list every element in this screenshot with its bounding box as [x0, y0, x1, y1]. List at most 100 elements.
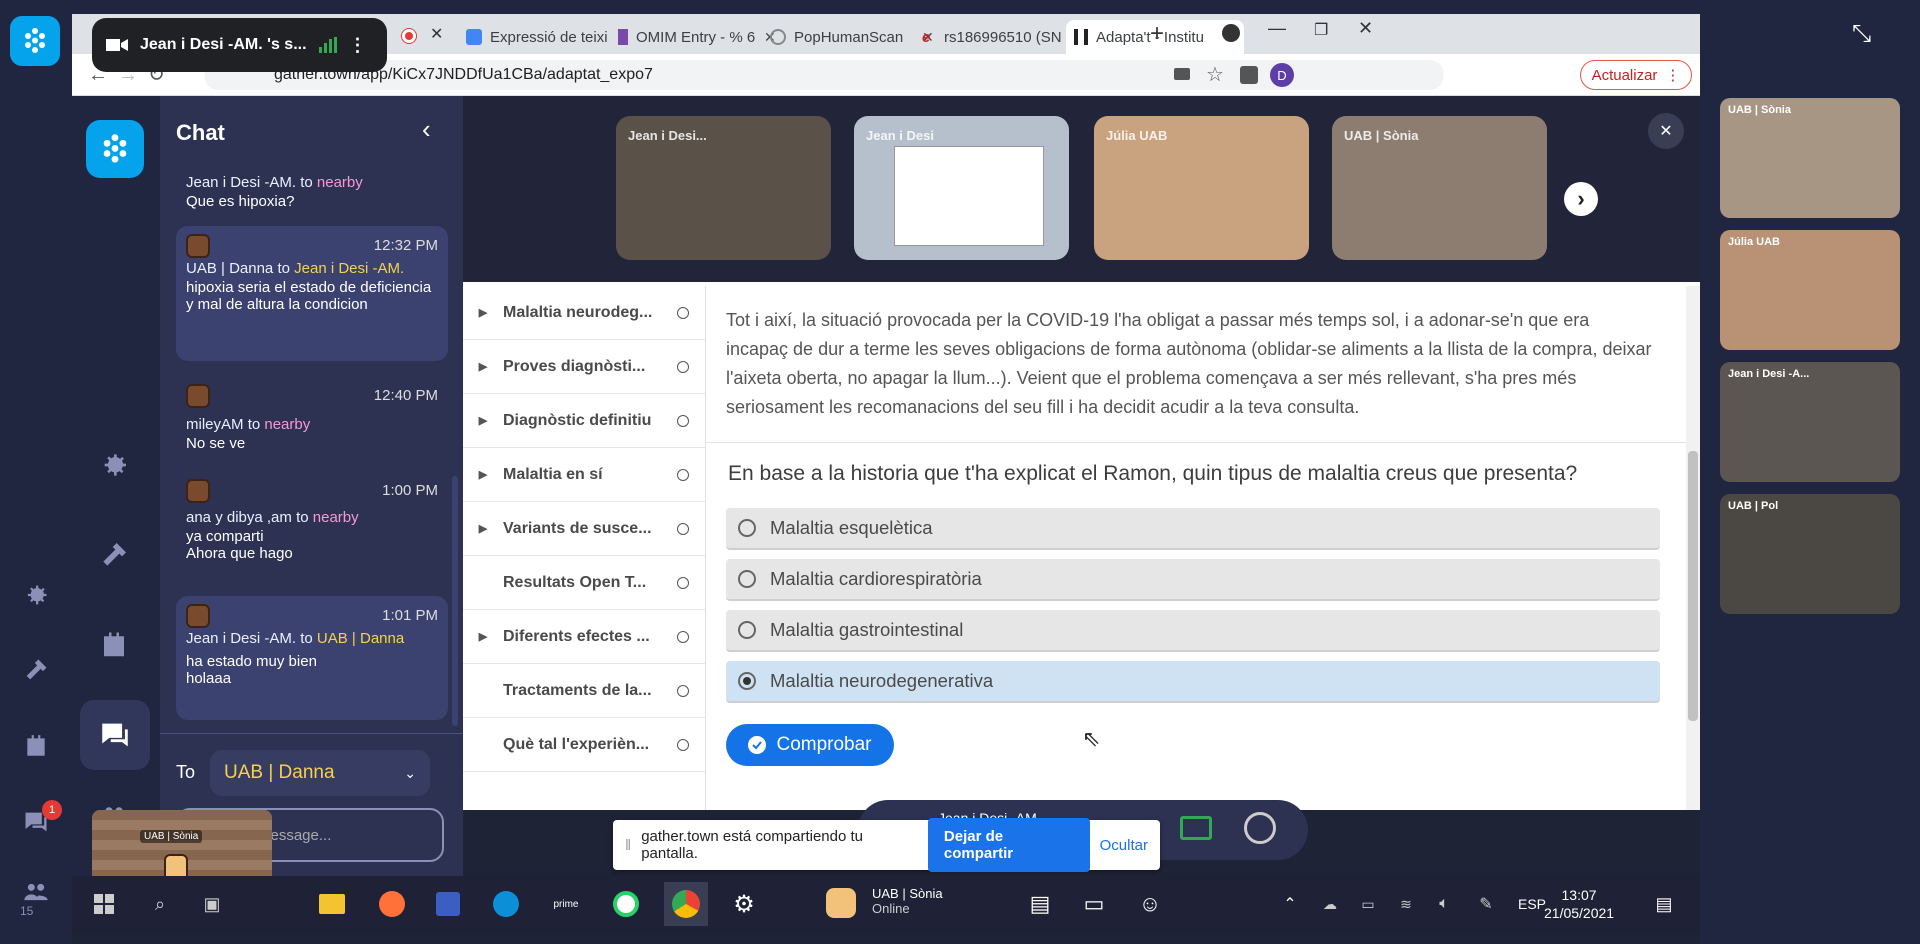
pen-icon[interactable]: ✎	[1470, 888, 1502, 920]
camera-icon[interactable]	[1174, 68, 1190, 80]
status-circle-icon	[677, 738, 689, 751]
battery-icon[interactable]: ▭	[1352, 888, 1384, 920]
nav-item[interactable]: ▶ Malaltia en sí	[463, 448, 706, 502]
gather-app-logo[interactable]	[86, 120, 144, 178]
participant-video[interactable]: UAB | Pol	[1720, 494, 1900, 614]
maximize-button[interactable]: ❐	[1314, 20, 1328, 40]
notifications-icon[interactable]: ▤	[1648, 888, 1680, 920]
chat-scrollbar[interactable]	[452, 476, 458, 726]
drag-handle-icon[interactable]: ‖	[625, 837, 631, 854]
radio-button[interactable]	[738, 672, 756, 690]
nav-item[interactable]: ▶ Diagnòstic definitiu	[463, 394, 706, 448]
nav-item[interactable]: ▶ Proves diagnòsti...	[463, 340, 706, 394]
screen-share-icon[interactable]	[1180, 816, 1212, 840]
answer-option[interactable]: Malaltia cardiorespiratòria	[726, 559, 1660, 601]
task-view-icon[interactable]: ▣	[196, 888, 228, 920]
settings-gear-icon[interactable]: ⚙	[728, 888, 760, 920]
radio-button[interactable]	[738, 519, 756, 537]
emoji-icon[interactable]: ☺	[1134, 888, 1166, 920]
volume-icon[interactable]: 🔈︎	[1428, 888, 1460, 920]
close-videos-button[interactable]: ✕	[1648, 113, 1684, 149]
story-paragraph: Tot i així, la situació provocada per la…	[726, 310, 1652, 417]
star-icon[interactable]: ☆	[1206, 62, 1224, 87]
map-icon[interactable]: ▤	[1024, 888, 1056, 920]
cloud-icon[interactable]: ☁	[1314, 888, 1346, 920]
file-explorer-icon[interactable]	[316, 888, 348, 920]
tab-close-icon[interactable]: ✕	[430, 24, 443, 44]
nav-item[interactable]: ▶ Variants de susce...	[463, 502, 706, 556]
recipient-select[interactable]: UAB | Danna ⌄	[210, 750, 430, 796]
firefox-icon[interactable]	[376, 888, 408, 920]
new-tab-button[interactable]: +	[1150, 20, 1164, 48]
gather-logo[interactable]	[10, 16, 60, 66]
profile-avatar[interactable]: D	[1270, 63, 1294, 87]
participant-video[interactable]: UAB | Sònia	[1720, 98, 1900, 218]
check-button[interactable]: Comprobar	[726, 724, 894, 766]
chevron-up-icon[interactable]: ⌃	[1274, 888, 1306, 920]
close-window-button[interactable]: ✕	[1358, 18, 1373, 39]
chat-bubble-icon[interactable]	[85, 705, 145, 765]
video-tile[interactable]: UAB | Sònia	[1332, 116, 1547, 260]
calendar-icon[interactable]	[84, 615, 144, 675]
taskbar-user[interactable]: UAB | Sònia Online	[872, 886, 943, 916]
language-indicator[interactable]: ESP	[1518, 896, 1546, 912]
tab-omim[interactable]: OMIM Entry - % 6 ✕	[610, 20, 784, 54]
fullscreen-exit-icon[interactable]: ⤡	[1852, 20, 1871, 48]
chevron-down-icon: ⌄	[404, 764, 416, 781]
more-options-icon[interactable]: ⋮	[349, 35, 367, 56]
people-count: 15	[20, 904, 34, 918]
hammer-icon[interactable]	[84, 525, 144, 585]
video-tile[interactable]: Júlia UAB	[1094, 116, 1309, 260]
radio-button[interactable]	[738, 570, 756, 588]
video-tile[interactable]: Jean i Desi	[854, 116, 1069, 260]
shared-screen-thumbnail	[894, 146, 1044, 246]
chat-message: Jean i Desi -AM. to nearby Que es hipoxi…	[186, 174, 363, 210]
app-icon[interactable]	[432, 888, 464, 920]
question-text: En base a la historia que t'ha explicat …	[728, 462, 1578, 485]
minimize-button[interactable]: —	[1268, 18, 1286, 39]
video-tile[interactable]: Jean i Desi...	[616, 116, 831, 260]
screen-icon[interactable]: ▭	[1078, 888, 1110, 920]
system-clock[interactable]: 13:07 21/05/2021	[1544, 886, 1614, 922]
wifi-icon[interactable]: ≋	[1390, 888, 1422, 920]
content-scrollbar[interactable]	[1686, 286, 1700, 810]
update-button[interactable]: Actualizar ⋮	[1580, 60, 1692, 90]
emoji-icon[interactable]	[1244, 812, 1276, 844]
people-icon[interactable]	[6, 862, 66, 922]
radio-button[interactable]	[738, 621, 756, 639]
windows-start-icon[interactable]	[88, 888, 120, 920]
chrome-icon[interactable]	[664, 882, 708, 926]
chat-icon[interactable]: 1	[6, 792, 66, 852]
whatsapp-icon[interactable]	[610, 888, 642, 920]
settings-icon[interactable]	[84, 435, 144, 495]
collapse-chat-icon[interactable]: ‹	[422, 114, 431, 145]
hide-button[interactable]: Ocultar	[1100, 837, 1148, 854]
settings-icon[interactable]	[6, 565, 66, 625]
nav-item[interactable]: Tractaments de la...	[463, 664, 706, 718]
prime-video-icon[interactable]: prime	[550, 888, 582, 920]
answer-option[interactable]: Malaltia gastrointestinal	[726, 610, 1660, 652]
answer-option-selected[interactable]: Malaltia neurodegenerativa	[726, 661, 1660, 703]
next-videos-button[interactable]: ›	[1564, 182, 1598, 216]
answer-option[interactable]: Malaltia esquelètica	[726, 508, 1660, 550]
status-circle-icon	[677, 522, 689, 535]
extensions-icon[interactable]	[1240, 66, 1258, 84]
search-icon[interactable]: ⌕	[144, 888, 176, 920]
participant-video[interactable]: Júlia UAB	[1720, 230, 1900, 350]
nav-item[interactable]: ▶ Malaltia neurodeg...	[463, 286, 706, 340]
outer-sidebar: 1 15	[0, 0, 72, 944]
calendar-icon[interactable]	[6, 716, 66, 776]
edge-icon[interactable]	[490, 888, 522, 920]
scrollbar-thumb[interactable]	[1688, 451, 1698, 721]
meet-call-bar[interactable]: Jean i Desi -AM. 's s... ⋮	[92, 18, 387, 72]
stop-sharing-button[interactable]: Dejar de compartir	[927, 818, 1090, 872]
triangle-right-icon: ▶	[478, 415, 488, 427]
nav-item[interactable]: ▶ Diferents efectes ...	[463, 610, 706, 664]
tab-search-icon[interactable]	[1222, 24, 1240, 42]
url-field[interactable]: gather.town/app/KiCx7JNDDfUa1CBa/adaptat…	[204, 60, 1444, 90]
hammer-icon[interactable]	[6, 640, 66, 700]
tab-favicon-icon	[770, 29, 786, 45]
participant-video[interactable]: Jean i Desi -A...	[1720, 362, 1900, 482]
nav-item[interactable]: Què tal l'experièn...	[463, 718, 706, 772]
nav-item[interactable]: Resultats Open T...	[463, 556, 706, 610]
